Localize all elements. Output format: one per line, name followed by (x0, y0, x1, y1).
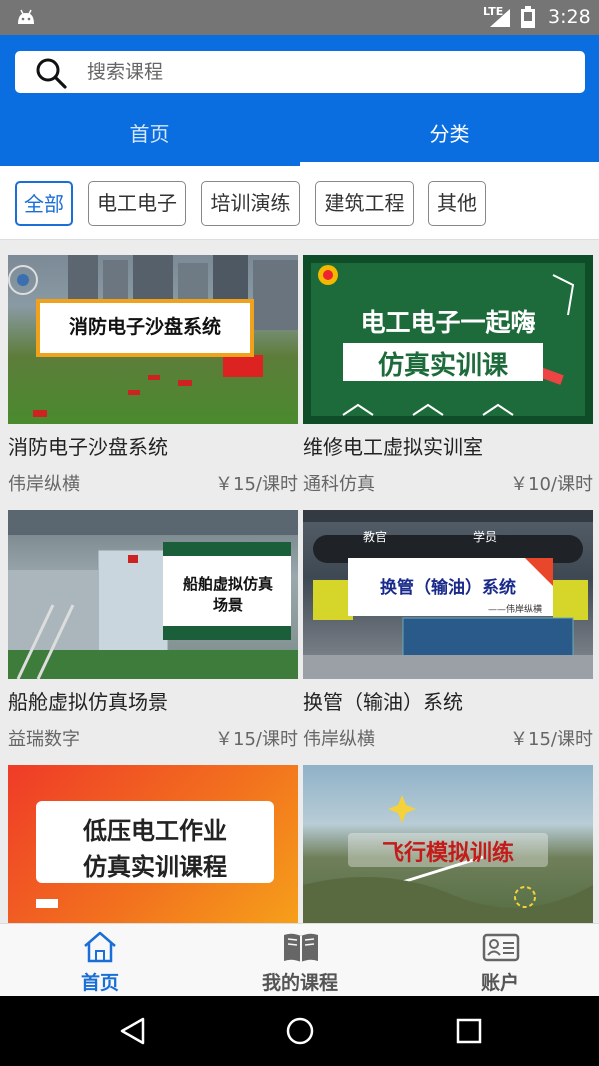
thumbnail-title-line1: 低压电工作业 (83, 817, 227, 845)
course-provider: 益瑞数字 (8, 729, 80, 750)
course-card[interactable]: 消防电子沙盘系统 消防电子沙盘系统 伟岸纵横 ￥15/课时 (8, 255, 298, 500)
status-bar: LTE 3:28 (0, 0, 599, 35)
course-title[interactable]: 维修电工虚拟实训室 (303, 431, 483, 460)
course-provider: 通科仿真 (303, 474, 375, 495)
home-icon (84, 931, 116, 963)
nav-item-account[interactable]: 账户 (400, 924, 599, 997)
course-price: ￥15/课时 (215, 474, 298, 495)
clock: 3:28 (548, 6, 591, 28)
thumbnail-title-line1: 电工电子一起嗨 (360, 308, 536, 337)
signal-icon (490, 9, 510, 27)
thumbnail-title: 消防电子沙盘系统 (68, 316, 221, 338)
nav-item-my-courses[interactable]: 我的课程 (200, 924, 400, 997)
filter-bar: 全部 电工电子 培训演练 建筑工程 其他 (0, 166, 599, 240)
course-card[interactable]: 船舶虚拟仿真 场景 船舱虚拟仿真场景 益瑞数字 ￥15/课时 (8, 510, 298, 755)
course-thumbnail[interactable]: 船舶虚拟仿真 场景 (8, 510, 298, 679)
thumbnail-title: 换管（输油）系统 (380, 578, 516, 598)
battery-icon (521, 6, 535, 28)
course-price: ￥10/课时 (510, 474, 593, 495)
course-thumbnail[interactable]: 低压电工作业 仿真实训课程 (8, 765, 298, 923)
bottom-nav: 首页 我的课程 账户 (0, 923, 599, 996)
course-thumbnail[interactable]: 教官 学员 换管（输油）系统 ——伟岸纵横 (303, 510, 593, 679)
course-card[interactable]: 电工电子一起嗨 仿真实训课 维修电工虚拟实训室 通科仿真 ￥10/课时 (303, 255, 593, 500)
course-card[interactable]: 飞行模拟训练 (303, 765, 593, 923)
system-nav-bar (0, 996, 599, 1066)
thumbnail-subtitle: ——伟岸纵横 (488, 605, 543, 615)
thumbnail-title: 飞行模拟训练 (381, 841, 514, 866)
course-provider: 伟岸纵横 (303, 729, 375, 750)
nav-label: 首页 (80, 972, 119, 994)
filter-chip-training[interactable]: 培训演练 (201, 181, 300, 226)
thumbnail-title-line2: 仿真实训课 (377, 351, 508, 381)
course-price: ￥15/课时 (510, 729, 593, 750)
course-title[interactable]: 消防电子沙盘系统 (8, 431, 168, 460)
course-card[interactable]: 低压电工作业 仿真实训课程 (8, 765, 298, 923)
nav-label: 我的课程 (261, 972, 338, 994)
recent-apps-icon[interactable] (455, 1016, 483, 1046)
search-icon[interactable] (35, 57, 67, 89)
course-thumbnail[interactable]: 电工电子一起嗨 仿真实训课 (303, 255, 593, 424)
book-icon (284, 933, 318, 962)
course-thumbnail[interactable]: 飞行模拟训练 (303, 765, 593, 923)
thumbnail-title-line2: 仿真实训课程 (83, 853, 227, 881)
course-title[interactable]: 船舱虚拟仿真场景 (8, 686, 168, 715)
chalkboard-graphic (318, 265, 575, 416)
filter-chip-all[interactable]: 全部 (15, 181, 73, 226)
nav-item-home[interactable]: 首页 (0, 924, 200, 997)
thumbnail-title-line2: 场景 (212, 596, 243, 614)
course-price: ￥15/课时 (215, 729, 298, 750)
search-input[interactable] (87, 51, 567, 93)
thumbnail-title-line1: 船舶虚拟仿真 (182, 575, 273, 593)
filter-chip-electrical[interactable]: 电工电子 (88, 181, 186, 226)
course-provider: 伟岸纵横 (8, 474, 80, 495)
filter-chip-other[interactable]: 其他 (428, 181, 486, 226)
account-card-icon (482, 933, 520, 962)
course-thumbnail[interactable]: 消防电子沙盘系统 (8, 255, 298, 424)
search-bar[interactable] (15, 51, 585, 93)
thumbnail-instructor-label: 教官 (363, 530, 388, 544)
app-header: 首页 分类 (0, 35, 599, 166)
course-title[interactable]: 换管（输油）系统 (303, 686, 463, 715)
nav-label: 账户 (480, 972, 519, 994)
course-card[interactable]: 教官 学员 换管（输油）系统 ——伟岸纵横 换管（输油）系统 伟岸纵横 ￥15/… (303, 510, 593, 755)
home-circle-icon[interactable] (285, 1016, 315, 1046)
thumbnail-trainee-label: 学员 (473, 530, 498, 544)
tab-category[interactable]: 分类 (300, 105, 599, 166)
filter-chip-construction[interactable]: 建筑工程 (315, 181, 414, 226)
tab-home[interactable]: 首页 (0, 105, 299, 166)
android-icon (18, 9, 34, 24)
back-icon[interactable] (118, 1016, 146, 1046)
